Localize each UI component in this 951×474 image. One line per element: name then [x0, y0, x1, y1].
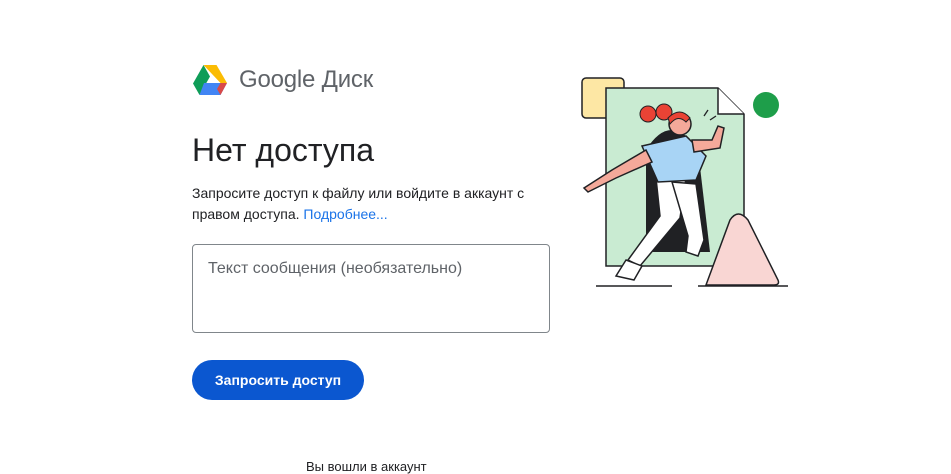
google-drive-logo-icon — [192, 64, 228, 96]
access-denied-page: Google Диск Нет доступа Запросите доступ… — [0, 0, 951, 474]
request-access-button[interactable]: Запросить доступ — [192, 360, 364, 400]
signed-in-label: Вы вошли в аккаунт — [306, 459, 427, 474]
page-title: Нет доступа — [192, 132, 374, 168]
product-header: Google Диск — [192, 62, 373, 98]
learn-more-link[interactable]: Подробнее... — [303, 206, 387, 222]
person-stepping-through-document-illustration-icon — [576, 70, 796, 290]
access-description: Запросите доступ к файлу или войдите в а… — [192, 183, 552, 225]
message-field — [192, 244, 550, 333]
product-name: Google Диск — [239, 66, 374, 93]
message-input[interactable] — [193, 245, 549, 332]
